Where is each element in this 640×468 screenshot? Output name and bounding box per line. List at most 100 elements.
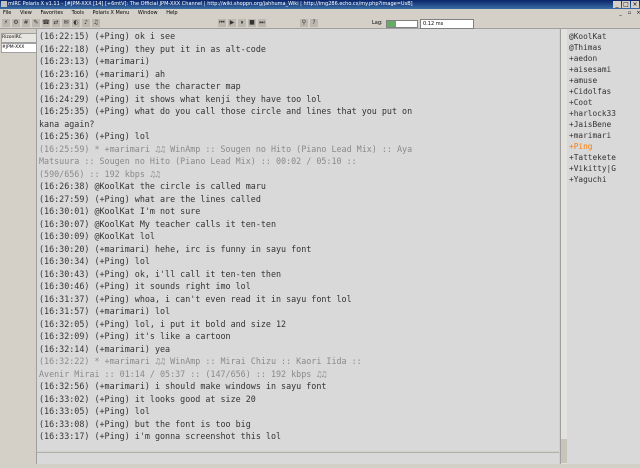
help-icon[interactable]: ? [310,19,318,27]
mdi-close-icon[interactable]: × [635,10,640,17]
chat-message-line: (16:32:09) (+Ping) it's like a cartoon [39,330,559,342]
tab-status[interactable]: RizonIRC [1,33,37,43]
chat-message-line: (16:25:36) (+Ping) lol [39,130,559,142]
notify-icon[interactable]: ♪ [82,19,90,27]
chat-action-line: Avenir Mirai :: 01:14 / 05:37 :: (147/65… [39,368,559,380]
chat-message-line: (16:25:35) (+Ping) what do you call thos… [39,105,559,117]
chat-message-line: (16:33:08) (+Ping) but the font is too b… [39,418,559,430]
timestamp: (16:24:29) [39,93,90,104]
nick-list[interactable]: @KoolKat @Thimas +aedon +aisesami +amuse +Cid… [567,29,640,464]
toolbar: ⚡ ⚙ # ✎ ☎ ⇄ ✉ ◐ ♪ ♫ ⏮ ▶ ⏸ ■ ⏭ ⚲? Lag: 0.12 ms [0,18,640,29]
nick-item[interactable]: @KoolKat [569,31,640,42]
tab-label: #JPM-XXX [2,45,25,50]
timestamp: (16:23:31) [39,81,90,91]
message-text: (+Ping) it sounds right imo lol [89,281,251,291]
timestamp: (16:33:17) [39,431,90,441]
close-button[interactable]: × [631,1,639,8]
nick-item[interactable]: +JaisBene [569,119,640,130]
nick-item[interactable]: +Tattekete [569,152,640,163]
next-track-icon[interactable]: ⏭ [258,19,266,27]
message-text: (+Ping) whoa, i can't even read it in sa… [89,293,352,304]
timestamp: (16:25:59) [39,143,90,154]
chat-message-line: (16:32:14) (+marimari) yea [39,343,559,355]
addressbook-icon[interactable]: ☎ [42,19,50,27]
message-text: (+marimari) i should make windows in say… [89,381,327,391]
nick-item[interactable]: +aedon [569,53,640,64]
menu-file[interactable]: File [3,10,11,16]
stop-icon[interactable]: ■ [248,19,256,27]
minimize-button[interactable]: _ [613,1,621,8]
mdi-minimize-icon[interactable]: _ [617,10,624,17]
menu-view[interactable]: View [20,10,32,16]
chat-message-line: (16:31:57) (+marimari) lol [39,305,559,317]
timestamp: (16:30:43) [39,268,90,279]
nick-item[interactable]: +Cidolfas [569,86,640,97]
timestamp: (16:33:08) [39,418,90,429]
message-text: (+marimari) hehe, irc is funny in sayu f… [89,243,312,254]
channels-icon[interactable]: # [22,19,30,27]
timestamp: (16:30:20) [39,243,90,254]
chat-scrollbar[interactable] [560,29,567,464]
maximize-button[interactable]: □ [622,1,630,8]
prev-track-icon[interactable]: ⏮ [218,19,226,27]
timestamp: (16:30:01) [39,206,90,216]
timestamp: (16:25:35) [39,106,90,116]
message-text: (+Ping) it's like a cartoon [89,331,231,341]
chat-message-line: (16:30:43) (+Ping) ok, i'll call it ten-… [39,268,559,280]
message-text: @KoolKat I'm not sure [89,206,201,216]
nick-item[interactable]: +aisesami [569,64,640,75]
message-text: (+Ping) it looks good at size 20 [89,393,256,404]
connect-icon[interactable]: ⚡ [2,19,10,27]
timestamp: (16:30:07) [39,218,90,229]
tab-channel[interactable]: #JPM-XXX [1,43,37,53]
lag-meter [386,20,418,28]
menu-favorites[interactable]: Favorites [40,10,63,16]
nick-item[interactable]: +Yaguchi [569,174,640,185]
title-bar[interactable]: mIRC Polaris X v1.11 - [#JPM-XXX [14] [+… [0,0,640,9]
chat-message-line: (16:23:16) (+marimari) ah [39,68,559,80]
message-text: (+Ping) lol [89,131,150,141]
chat-message-line: (16:32:56) (+marimari) i should make win… [39,380,559,392]
menu-tools[interactable]: Tools [72,10,84,16]
nick-item[interactable]: +Coot [569,97,640,108]
message-text: * +marimari ♫♫ WinAmp :: Sougen no Hito … [89,143,413,154]
message-text: @KoolKat lol [89,231,155,241]
timestamp: (16:32:05) [39,318,90,329]
colors-icon[interactable]: ◐ [72,19,80,27]
menu-polaris-x[interactable]: Polaris X Menu [93,10,130,16]
nick-item[interactable]: +Vikitty|G [569,163,640,174]
message-text: (+marimari) [89,56,150,66]
chat-message-line: (16:31:37) (+Ping) whoa, i can't even re… [39,293,559,305]
mdi-restore-icon[interactable]: ▫ [626,10,633,17]
chat-message-line: (16:30:09) @KoolKat lol [39,230,559,242]
dcc-icon[interactable]: ⇄ [52,19,60,27]
timestamp: (16:30:46) [39,281,90,291]
timestamp: (16:26:38) [39,181,90,191]
message-text: (+marimari) yea [89,343,171,354]
nick-item[interactable]: +harlock33 [569,108,640,119]
nick-item[interactable]: +amuse [569,75,640,86]
chat-message-line: (16:32:05) (+Ping) lol, i put it bold an… [39,318,559,330]
message-text: @KoolKat the circle is called maru [89,181,266,191]
music-icon[interactable]: ♫ [92,19,100,27]
message-text: @KoolKat My teacher calls it ten-ten [89,218,276,229]
nick-item[interactable]: @Thimas [569,42,640,53]
nick-item[interactable]: +marimari [569,130,640,141]
options-icon[interactable]: ⚙ [12,19,20,27]
nick-item[interactable]: +Ping [569,141,640,152]
chat-action-line: (16:32:22) * +marimari ♫♫ WinAmp :: Mira… [39,355,559,367]
message-text: (+Ping) lol [89,406,150,416]
message-text: Avenir Mirai :: 01:14 / 05:37 :: (147/65… [39,368,327,379]
scripts-icon[interactable]: ✎ [32,19,40,27]
menu-window[interactable]: Window [138,10,158,16]
pause-icon[interactable]: ⏸ [238,19,246,27]
message-text: Matsuura :: Sougen no Hito (Piano Lead M… [39,156,357,166]
menu-help[interactable]: Help [166,10,177,16]
timestamp: (16:27:59) [39,193,90,204]
app-icon[interactable] [1,1,7,7]
link-icon[interactable]: ⚲ [300,19,308,27]
play-icon[interactable]: ▶ [228,19,236,27]
chat-icon[interactable]: ✉ [62,19,70,27]
chat-message-line: (16:22:15) (+Ping) ok i see [39,30,559,42]
chat-log[interactable]: (16:22:15) (+Ping) ok i see (16:22:18) (+… [37,29,559,451]
